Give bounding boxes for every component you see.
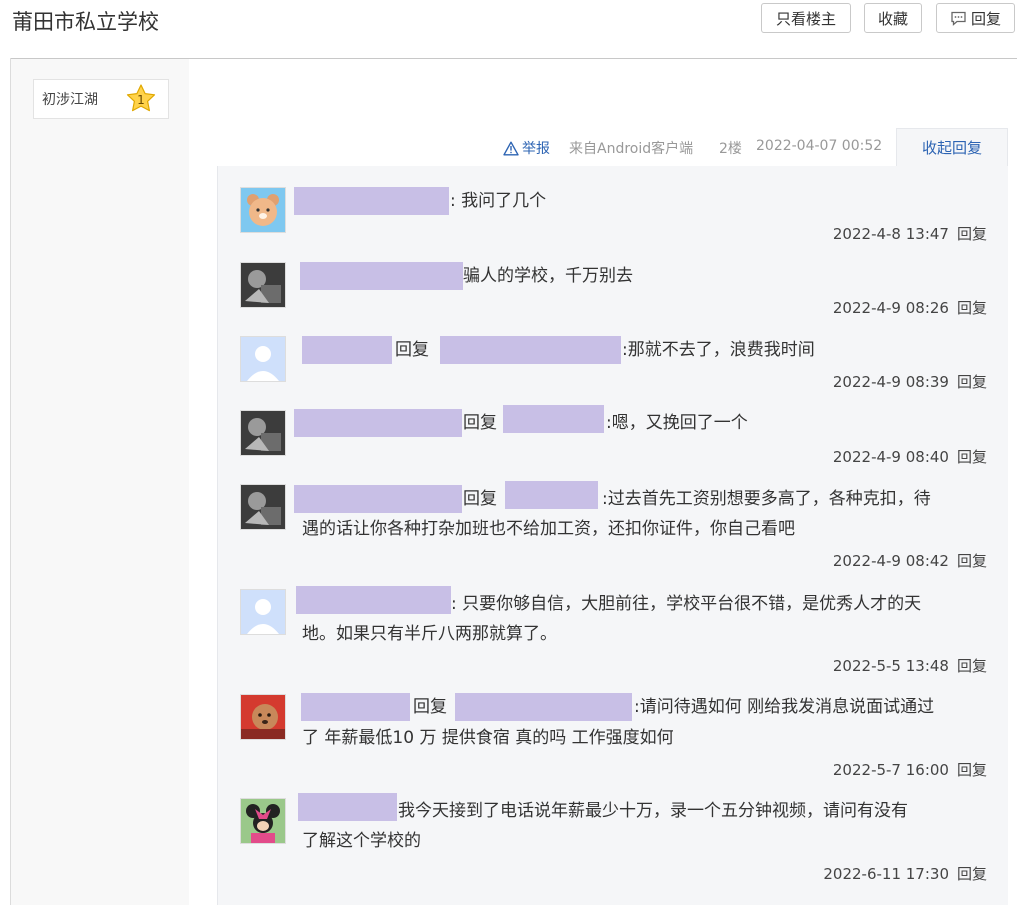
- redacted-username[interactable]: [294, 485, 462, 513]
- only-author-button[interactable]: 只看楼主: [761, 3, 851, 33]
- post-source[interactable]: 来自Android客户端: [569, 138, 693, 158]
- bw-photo-avatar[interactable]: [240, 262, 286, 308]
- reply-text: :过去首先工资别想要多高了，各种克扣，待: [602, 489, 931, 509]
- redacted-username[interactable]: [440, 336, 621, 364]
- reply-reply-link[interactable]: 回复: [957, 552, 987, 570]
- reply-reply-link[interactable]: 回复: [957, 865, 987, 883]
- redacted-username[interactable]: [503, 405, 604, 433]
- reply-time: 2022-4-9 08:40: [832, 448, 949, 466]
- post-floor: 2楼: [719, 141, 742, 157]
- reply-meta: 2022-5-5 13:48 回复: [833, 655, 987, 676]
- reply-connector: 回复: [395, 340, 429, 360]
- redacted-username[interactable]: [296, 586, 451, 614]
- redacted-username[interactable]: [294, 187, 449, 215]
- reply-button[interactable]: 回复: [936, 3, 1015, 33]
- reply-time: 2022-4-9 08:39: [832, 373, 949, 391]
- bw-photo-avatar[interactable]: [240, 484, 286, 530]
- comment-icon: [951, 11, 966, 26]
- reply-reply-link[interactable]: 回复: [957, 225, 987, 243]
- reply-connector: 回复: [413, 697, 447, 717]
- reply-text: :那就不去了，浪费我时间: [622, 340, 815, 360]
- redacted-username[interactable]: [455, 693, 632, 721]
- reply-text: : 我问了几个: [450, 191, 547, 211]
- reply-meta: 2022-4-8 13:47 回复: [833, 223, 987, 244]
- reply-reply-link[interactable]: 回复: [957, 373, 987, 391]
- redacted-username[interactable]: [298, 793, 397, 821]
- reply-text: :嗯，又挽回了一个: [606, 413, 748, 433]
- reply-meta: 2022-4-9 08:26 回复: [833, 297, 987, 318]
- reply-text: 骗人的学校，千万别去: [463, 266, 633, 286]
- page-title: 莆田市私立学校: [12, 10, 159, 34]
- reply-text: 我今天接到了电话说年薪最少十万，录一个五分钟视频，请问有没有: [398, 801, 908, 821]
- bw-photo-avatar[interactable]: [240, 410, 286, 456]
- rank-level: 1: [137, 93, 145, 107]
- reply-time: 2022-4-9 08:42: [832, 552, 949, 570]
- reply-time: 2022-5-7 16:00: [832, 761, 949, 779]
- reply-text: : 只要你够自信，大胆前往，学校平台很不错，是优秀人才的天: [451, 594, 922, 614]
- collapse-replies-button[interactable]: 收起回复: [896, 128, 1008, 166]
- reply-text-continued: 了解这个学校的: [302, 831, 421, 851]
- report-label: 举报: [522, 141, 550, 157]
- reply-connector: 回复: [463, 489, 497, 509]
- reply-time: 2022-4-8 13:47: [832, 225, 949, 243]
- minnie-avatar[interactable]: [240, 798, 286, 844]
- author-sidebar: [11, 59, 189, 905]
- bear-avatar[interactable]: [240, 187, 286, 233]
- rank-star-icon: 1: [126, 84, 156, 112]
- reply-time: 2022-5-5 13:48: [832, 657, 949, 675]
- reply-time: 2022-4-9 08:26: [832, 299, 949, 317]
- reply-meta: 2022-4-9 08:40 回复: [833, 446, 987, 467]
- warning-icon: [503, 141, 519, 155]
- reply-text-continued: 地。如果只有半斤八两那就算了。: [302, 624, 557, 644]
- redacted-username[interactable]: [302, 336, 392, 364]
- reply-meta: 2022-4-9 08:42 回复: [833, 550, 987, 571]
- redacted-username[interactable]: [294, 409, 462, 437]
- reply-text-continued: 了 年薪最低10 万 提供食宿 真的吗 工作强度如何: [302, 728, 674, 748]
- reply-text-continued: 遇的话让你各种打杂加班也不给加工资，还扣你证件，你自己看吧: [302, 519, 795, 539]
- dog-avatar[interactable]: [240, 694, 286, 740]
- reply-reply-link[interactable]: 回复: [957, 299, 987, 317]
- reply-text: :请问待遇如何 刚给我发消息说面试通过: [634, 697, 935, 717]
- redacted-username[interactable]: [505, 481, 598, 509]
- reply-button-label: 回复: [970, 9, 1001, 28]
- default-avatar[interactable]: [240, 336, 286, 382]
- reply-connector: 回复: [463, 413, 497, 433]
- redacted-username[interactable]: [300, 262, 463, 290]
- default-avatar[interactable]: [240, 589, 286, 635]
- reply-meta: 2022-5-7 16:00 回复: [833, 759, 987, 780]
- reply-reply-link[interactable]: 回复: [957, 657, 987, 675]
- reply-reply-link[interactable]: 回复: [957, 448, 987, 466]
- favorite-button[interactable]: 收藏: [864, 3, 922, 33]
- rank-name: 初涉江湖: [42, 92, 98, 108]
- reply-meta: 2022-6-11 17:30 回复: [823, 863, 987, 884]
- post-datetime: 2022-04-07 00:52: [756, 138, 883, 154]
- report-link[interactable]: 举报: [503, 138, 550, 158]
- redacted-username[interactable]: [301, 693, 410, 721]
- reply-meta: 2022-4-9 08:39 回复: [833, 371, 987, 392]
- reply-reply-link[interactable]: 回复: [957, 761, 987, 779]
- reply-time: 2022-6-11 17:30: [823, 865, 949, 883]
